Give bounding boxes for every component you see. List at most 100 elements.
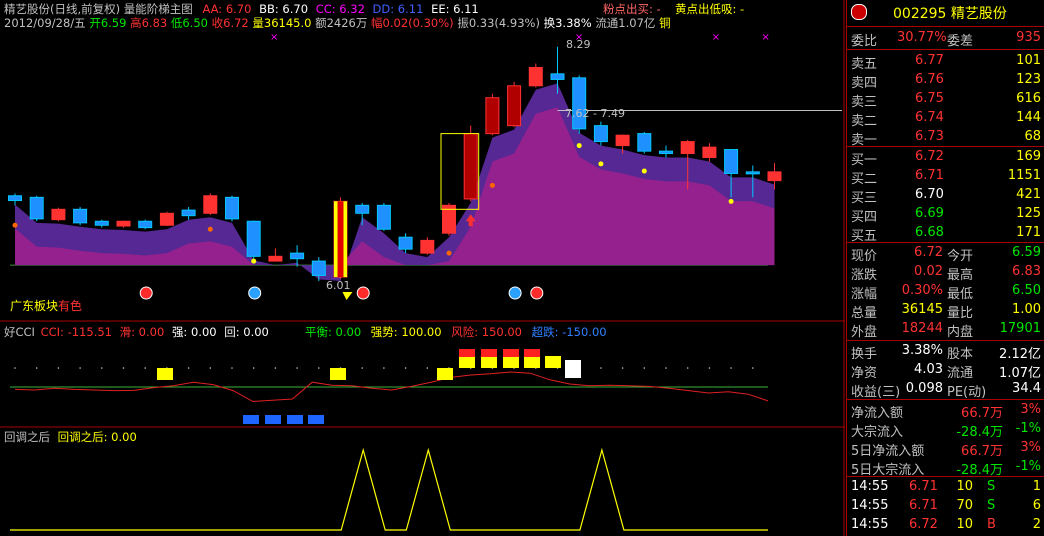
ask-price: 6.74 xyxy=(915,110,944,125)
quote-label: 内盘 xyxy=(947,325,974,340)
cci-risk-block xyxy=(524,349,540,357)
cc-value: CC: 6.32 xyxy=(315,2,365,16)
signal-dot xyxy=(12,222,18,228)
bb-value: BB: 6.70 xyxy=(259,2,309,16)
candle-body xyxy=(355,204,370,214)
stock-code-name: 002295 精艺股份 xyxy=(893,6,1007,22)
ask-price: 6.76 xyxy=(915,72,944,87)
ball-marker-icon xyxy=(356,286,370,300)
cci-header: 好CCI CCI: -115.51 滑: 0.00 强: 0.00 回: 0.0… xyxy=(4,325,269,339)
candle-body xyxy=(485,97,500,135)
ee-value: EE: 6.11 xyxy=(431,2,479,16)
breakout-candle-core xyxy=(337,201,344,278)
fund-value: 3.38% xyxy=(901,343,943,358)
ask-label: 卖二 xyxy=(851,114,878,129)
tick-side: S xyxy=(987,498,996,513)
quote-label: 涨跌 xyxy=(851,268,878,283)
fund-label: 股本 xyxy=(947,347,974,362)
cci-dot-level xyxy=(296,367,298,369)
tick-count: 6 xyxy=(1032,498,1041,513)
ball-marker-icon xyxy=(248,286,262,300)
back-value: 回: 0.00 xyxy=(224,325,269,339)
main-chart-area[interactable]: × × × × 精艺股份(日线,前复权) 量能阶梯主图 AA: 6.70 BB: 6.… xyxy=(0,0,845,536)
candle-body xyxy=(593,125,608,143)
flow-row: 5日大宗流入 -28.4万 -1% xyxy=(847,458,1044,478)
signal-dot xyxy=(576,143,582,149)
ask-price: 6.75 xyxy=(915,91,944,106)
tick-time: 14:55 xyxy=(851,498,889,513)
tick-price: 6.71 xyxy=(909,498,938,513)
diff-value: 935 xyxy=(1016,30,1041,45)
candle-body xyxy=(507,85,522,127)
cci-dot-level xyxy=(252,367,255,369)
cci-strong-block xyxy=(459,356,475,368)
quote-label: 现价 xyxy=(851,249,878,264)
cci-strong-block xyxy=(481,356,497,368)
cci-dot-level xyxy=(426,367,429,369)
quote-sidebar: 002295 精艺股份 委比 30.77% 委差 935 卖五 6.77 101 卖四… xyxy=(846,0,1044,536)
cci-value: CCI: -115.51 xyxy=(40,325,112,339)
bid-volume: 421 xyxy=(1016,187,1041,202)
volume-label: 量36145.0 xyxy=(252,16,312,30)
flow-pct: -1% xyxy=(1015,459,1041,474)
cci-dot-level xyxy=(361,367,364,369)
candle-body xyxy=(376,204,391,230)
fund-label: 净资 xyxy=(851,366,878,381)
high-price-mark: 8.29 xyxy=(566,38,591,51)
ask-volume: 68 xyxy=(1024,129,1041,144)
quote-label: 最高 xyxy=(947,268,974,283)
divider xyxy=(847,146,1044,147)
ask-price: 6.73 xyxy=(915,129,944,144)
candle-body xyxy=(637,133,652,152)
quote-value: 18244 xyxy=(901,321,943,336)
cci-dot-level xyxy=(752,367,754,369)
fund-row: 净资 4.03 流通 1.07亿 xyxy=(847,361,1044,381)
chart-title: 精艺股份(日线,前复权) 量能阶梯主图 xyxy=(4,2,193,16)
signal-dot xyxy=(641,168,647,174)
cci-dot-level xyxy=(621,367,624,369)
close-circle-icon[interactable] xyxy=(851,4,867,20)
cci-dot-level xyxy=(187,367,190,369)
flow-pct: -1% xyxy=(1015,421,1041,436)
candle-body xyxy=(159,212,174,226)
cci-dot-level xyxy=(686,367,689,369)
cci-dot-level xyxy=(600,367,602,369)
flow-row: 5日净流入额 66.7万 3% xyxy=(847,439,1044,459)
cci-dot-level xyxy=(209,367,212,369)
cci-risk-block xyxy=(459,349,475,357)
flow-value: 66.7万 xyxy=(961,444,1003,459)
fund-value: 34.4 xyxy=(1012,381,1041,396)
flow-row: 大宗流入 -28.4万 -1% xyxy=(847,420,1044,440)
cci-oversold-block xyxy=(265,415,281,424)
candle-body xyxy=(572,77,587,130)
tick-side: S xyxy=(987,479,996,494)
divider xyxy=(847,476,1044,477)
sector-label: 广东板块有色 xyxy=(10,297,82,314)
divider xyxy=(847,49,1044,50)
cci-dot-level xyxy=(35,367,38,369)
candle-body xyxy=(225,196,239,220)
flow-value: -28.4万 xyxy=(956,425,1003,440)
signal-dot xyxy=(446,250,452,256)
quote-value: 6.59 xyxy=(1012,245,1041,260)
quote-label: 外盘 xyxy=(851,325,878,340)
x-marker-icon: × xyxy=(270,32,278,43)
cci-dot-level xyxy=(144,367,146,369)
order-ratio-row: 委比 30.77% 委差 935 xyxy=(847,29,1044,49)
candle-body xyxy=(420,239,435,254)
bid-label: 买四 xyxy=(851,210,878,225)
cci-oversold-block xyxy=(287,415,303,424)
tick-volume: 10 xyxy=(956,479,973,494)
chart-canvas[interactable]: × × ×× xyxy=(0,0,845,536)
diff-label: 委差 xyxy=(947,34,974,49)
cci-oversold-block xyxy=(243,415,259,424)
turnover-label: 换3.38% xyxy=(543,16,592,30)
cci-strong-block xyxy=(503,356,519,368)
fund-value: 1.07亿 xyxy=(999,366,1041,381)
quote-label: 涨幅 xyxy=(851,287,878,302)
cci-dot-level xyxy=(231,367,233,369)
change-label: 幅0.02(0.30%) xyxy=(371,16,454,30)
candle-body xyxy=(94,220,109,226)
fund-row: 收益(三) 0.098 PE(动) 34.4 xyxy=(847,380,1044,400)
cci-dot-level xyxy=(730,367,732,369)
